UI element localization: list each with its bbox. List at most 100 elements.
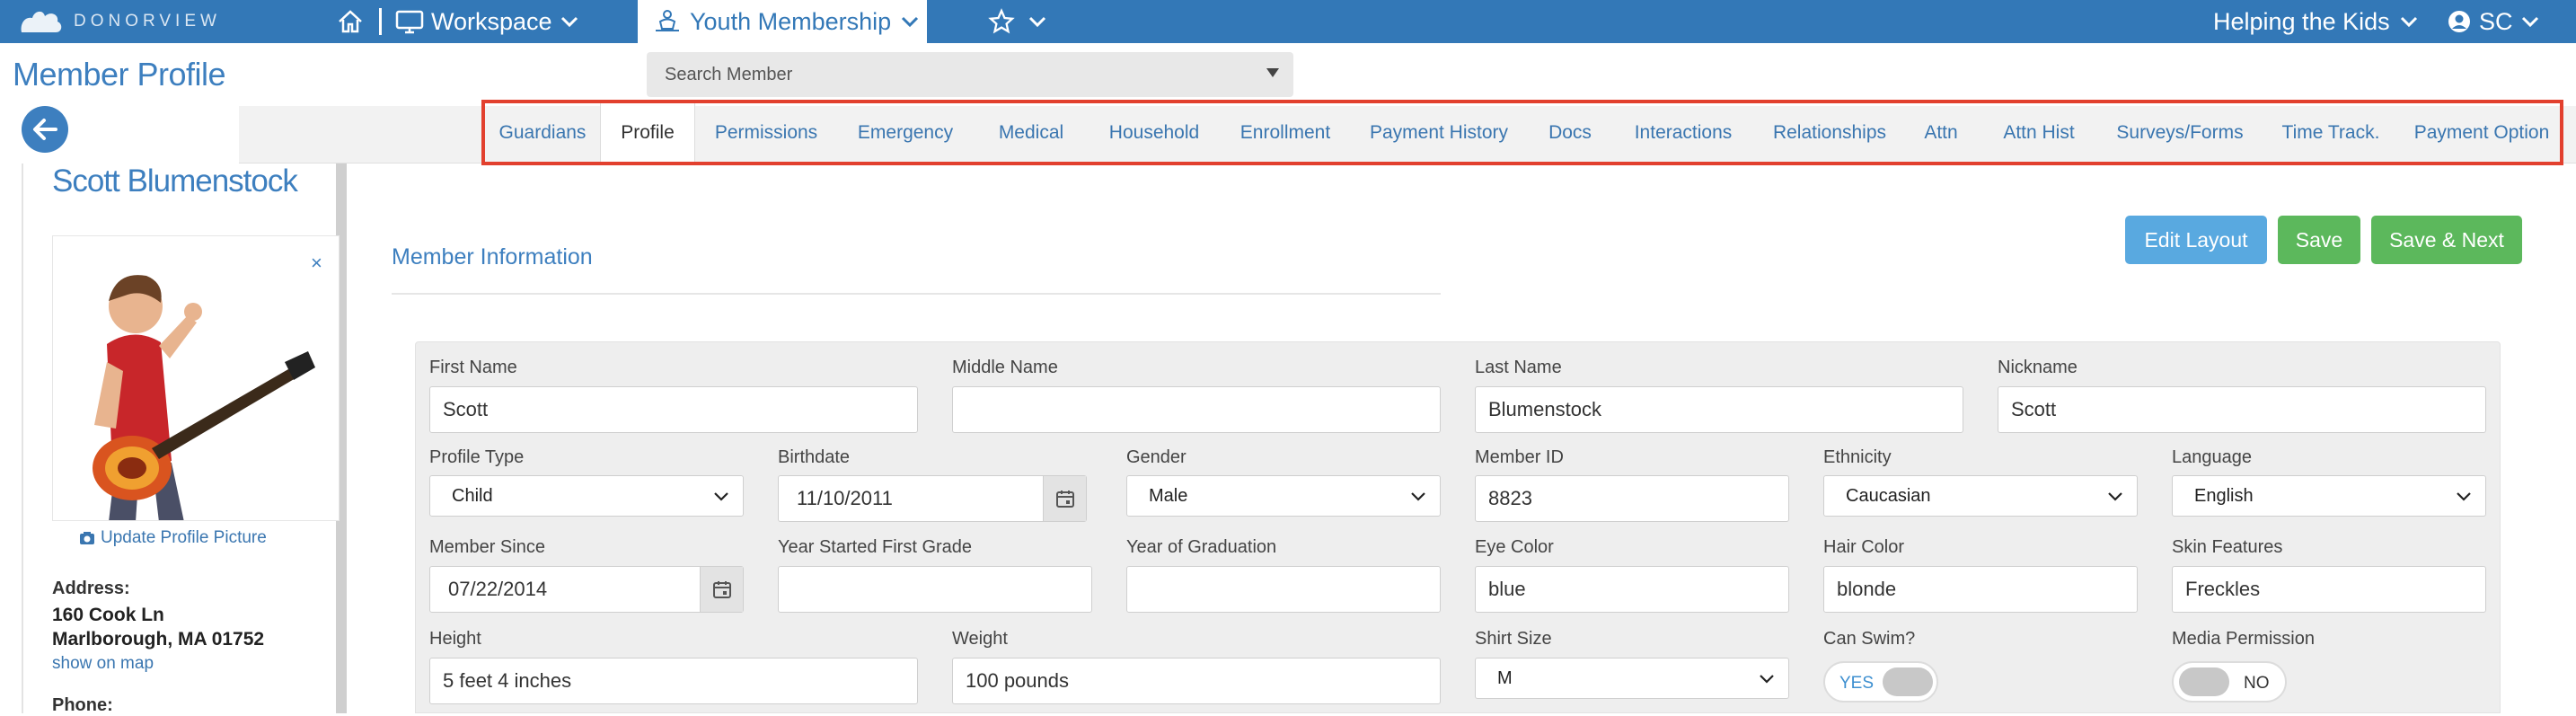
tab-surveys-forms[interactable]: Surveys/Forms: [2102, 103, 2258, 162]
nickname-field[interactable]: Scott: [1998, 386, 2486, 433]
birthdate-value: 11/10/2011: [797, 487, 893, 509]
can-swim-toggle[interactable]: YES: [1823, 661, 1938, 703]
tab-docs[interactable]: Docs: [1527, 103, 1613, 162]
chevron-down-icon: [2521, 16, 2538, 28]
member-since-field[interactable]: 07/22/2014: [429, 566, 744, 613]
profile-picture: [52, 235, 340, 521]
tab-payment-history[interactable]: Payment History: [1351, 103, 1527, 162]
user-initials: SC: [2479, 7, 2513, 35]
year-started-field[interactable]: [778, 566, 1092, 613]
member-since-value: 07/22/2014: [448, 578, 548, 600]
sidebar-border: [22, 164, 23, 713]
show-on-map-link[interactable]: show on map: [52, 654, 154, 674]
top-nav-bar: DONORVIEW Workspace Youth Membership Hel…: [0, 0, 2576, 43]
tab-attn[interactable]: Attn: [1906, 103, 1976, 162]
save-and-next-button[interactable]: Save & Next: [2371, 216, 2522, 264]
save-button[interactable]: Save: [2278, 216, 2360, 264]
profile-type-value: Child: [452, 485, 493, 506]
chevron-down-icon: [902, 16, 919, 28]
shirt-size-select[interactable]: M: [1475, 658, 1789, 699]
eye-color-field[interactable]: blue: [1475, 566, 1789, 613]
ethnicity-select[interactable]: Caucasian: [1823, 475, 2138, 517]
tab-enrollment[interactable]: Enrollment: [1220, 103, 1351, 162]
favorites-menu[interactable]: [988, 0, 1047, 43]
shirt-size-label: Shirt Size: [1475, 629, 1552, 649]
page-title: Member Profile: [13, 56, 226, 93]
chevron-down-icon: [2457, 492, 2471, 501]
chevron-down-icon: [2400, 16, 2417, 28]
height-label: Height: [429, 629, 481, 649]
organization-label: Helping the Kids: [2213, 7, 2390, 35]
profile-tabs: Guardians Profile Permissions Emergency …: [481, 100, 2563, 165]
search-member-placeholder: Search Member: [665, 64, 793, 84]
tab-payment-option[interactable]: Payment Option: [2404, 103, 2560, 162]
arrow-left-icon: [33, 119, 57, 140]
back-button[interactable]: [22, 106, 68, 153]
chevron-down-icon: [714, 492, 728, 501]
profile-type-select[interactable]: Child: [429, 475, 744, 517]
last-name-label: Last Name: [1475, 358, 1562, 377]
search-member-select[interactable]: Search Member: [647, 52, 1293, 97]
member-since-calendar-button[interactable]: [700, 567, 743, 612]
address-line-2: Marlborough, MA 01752: [52, 629, 265, 650]
monitor-icon: [395, 10, 424, 34]
update-profile-picture-link[interactable]: Update Profile Picture: [79, 528, 267, 548]
edit-layout-button[interactable]: Edit Layout: [2125, 216, 2267, 264]
gender-label: Gender: [1126, 447, 1187, 467]
media-permission-state: NO: [2244, 674, 2270, 693]
logo-hands-icon: [21, 11, 62, 32]
ethnicity-label: Ethnicity: [1823, 447, 1892, 467]
youth-membership-menu[interactable]: Youth Membership: [638, 0, 927, 43]
weight-field[interactable]: 100 pounds: [952, 658, 1441, 704]
caret-down-icon: [1266, 68, 1279, 77]
calendar-icon: [1055, 491, 1074, 508]
tab-interactions[interactable]: Interactions: [1613, 103, 1753, 162]
birthdate-field[interactable]: 11/10/2011: [778, 475, 1087, 522]
middle-name-field[interactable]: [952, 386, 1441, 433]
address-line-1: 160 Cook Ln: [52, 605, 164, 625]
gender-value: Male: [1149, 485, 1188, 506]
hair-color-field[interactable]: blonde: [1823, 566, 2138, 613]
skin-features-field[interactable]: Freckles: [2172, 566, 2486, 613]
chevron-down-icon: [1760, 675, 1774, 684]
chevron-down-icon: [2108, 492, 2122, 501]
home-button[interactable]: [334, 5, 366, 38]
donorview-logo[interactable]: DONORVIEW: [18, 5, 221, 38]
gender-select[interactable]: Male: [1126, 475, 1441, 517]
workspace-menu[interactable]: Workspace: [395, 0, 579, 43]
toggle-knob: [2179, 667, 2229, 696]
year-started-label: Year Started First Grade: [778, 537, 973, 557]
remove-picture-button[interactable]: ×: [311, 252, 322, 275]
chevron-down-icon: [1411, 492, 1425, 501]
youth-membership-label: Youth Membership: [690, 7, 892, 35]
last-name-field[interactable]: Blumenstock: [1475, 386, 1963, 433]
tab-profile[interactable]: Profile: [600, 103, 695, 162]
tab-guardians[interactable]: Guardians: [485, 103, 600, 162]
height-field[interactable]: 5 feet 4 inches: [429, 658, 918, 704]
skin-features-label: Skin Features: [2172, 537, 2283, 557]
section-title: Member Information: [392, 244, 593, 270]
first-name-field[interactable]: Scott: [429, 386, 918, 433]
year-graduation-label: Year of Graduation: [1126, 537, 1277, 557]
tab-attn-hist[interactable]: Attn Hist: [1976, 103, 2102, 162]
organization-menu[interactable]: Helping the Kids: [2213, 0, 2419, 43]
year-graduation-field[interactable]: [1126, 566, 1441, 613]
weight-label: Weight: [952, 629, 1008, 649]
eye-color-label: Eye Color: [1475, 537, 1554, 557]
tab-permissions[interactable]: Permissions: [695, 103, 837, 162]
member-id-field[interactable]: 8823: [1475, 475, 1789, 522]
chevron-down-icon: [1028, 16, 1046, 28]
tab-time-track[interactable]: Time Track.: [2258, 103, 2404, 162]
tab-emergency[interactable]: Emergency: [837, 103, 974, 162]
media-permission-toggle[interactable]: NO: [2172, 661, 2287, 703]
user-menu[interactable]: SC: [2447, 0, 2540, 43]
chevron-down-icon: [560, 16, 578, 28]
youth-group-icon: [656, 10, 679, 31]
tab-relationships[interactable]: Relationships: [1753, 103, 1906, 162]
can-swim-label: Can Swim?: [1823, 629, 1916, 649]
language-select[interactable]: English: [2172, 475, 2486, 517]
tab-household[interactable]: Household: [1089, 103, 1220, 162]
member-name: Scott Blumenstock: [52, 164, 298, 199]
tab-medical[interactable]: Medical: [974, 103, 1089, 162]
birthdate-calendar-button[interactable]: [1043, 476, 1086, 521]
